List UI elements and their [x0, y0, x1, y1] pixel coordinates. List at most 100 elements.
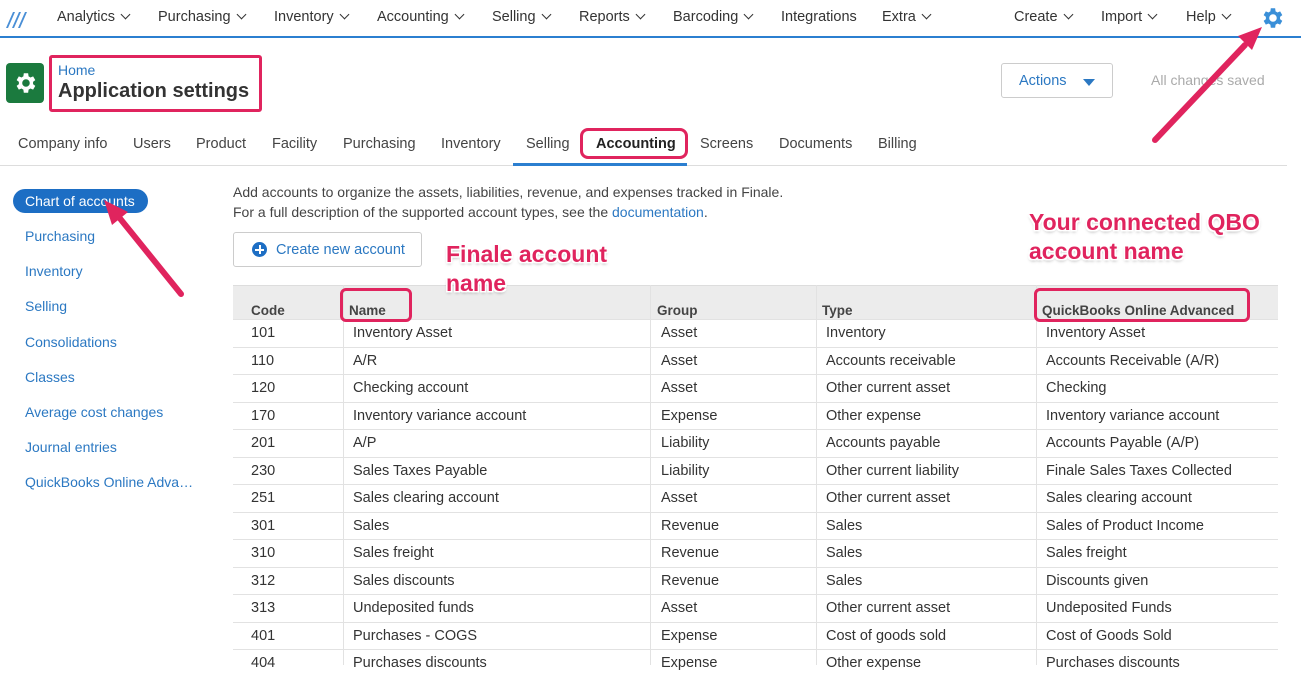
annotation-line: account name [1029, 238, 1184, 264]
tab-selling[interactable]: Selling [526, 136, 570, 152]
settings-app-icon [6, 63, 44, 103]
cell-group: Asset [661, 600, 698, 616]
table-row[interactable]: 201 A/P Liability Accounts payable Accounts … [233, 429, 1278, 457]
cell-qbo-account: Accounts Receivable (A/R) [1046, 352, 1220, 369]
create-new-account-button[interactable]: Create new account [233, 232, 422, 267]
annotation-finale-account-name: Finale account name [446, 240, 607, 298]
sidebar-item-journal-entries[interactable]: Journal entries [25, 439, 117, 455]
tab-inventory[interactable]: Inventory [441, 136, 501, 152]
nav-integrations[interactable]: Integrations [781, 9, 857, 25]
cell-code: 401 [251, 627, 276, 644]
table-row[interactable]: 301 Sales Revenue Sales Sales of Product Inc… [233, 511, 1278, 540]
cell-name: Sales freight [353, 545, 434, 561]
nav-reports[interactable]: Reports [579, 9, 646, 25]
sidebar-item-quickbooks-online[interactable]: QuickBooks Online Adva… [25, 474, 193, 490]
cell-code: 404 [251, 655, 276, 671]
save-status: All changes saved [1151, 72, 1265, 88]
column-header-code[interactable]: Code [251, 303, 285, 318]
nav-extra[interactable]: Extra [882, 9, 932, 25]
table-row[interactable]: 120 Checking account Asset Other current as… [233, 374, 1278, 402]
table-row[interactable]: 110 A/R Asset Accounts receivable Accounts R… [233, 346, 1278, 375]
cell-group: Liability [661, 435, 710, 451]
cell-name: Purchases discounts [353, 655, 487, 671]
tab-company-info[interactable]: Company info [18, 136, 107, 152]
cell-type: Accounts receivable [826, 352, 956, 369]
tab-product[interactable]: Product [196, 136, 246, 152]
tab-screens[interactable]: Screens [700, 136, 753, 152]
table-row[interactable]: 230 Sales Taxes Payable Liability Other cur… [233, 456, 1278, 485]
cell-code: 301 [251, 517, 276, 534]
table-row[interactable]: 310 Sales freight Revenue Sales Sales freigh… [233, 539, 1278, 567]
chevron-down-icon [743, 9, 754, 20]
nav-create[interactable]: Create [1014, 9, 1073, 25]
cell-code: 170 [251, 407, 276, 424]
cell-qbo-account: Sales freight [1046, 545, 1127, 561]
cell-group: Expense [661, 627, 718, 644]
cell-qbo-account: Discounts given [1046, 572, 1149, 589]
column-header-group[interactable]: Group [657, 303, 698, 318]
chevron-down-icon [635, 9, 646, 20]
chevron-down-icon [1063, 9, 1073, 20]
cell-group: Revenue [661, 517, 720, 534]
table-row[interactable]: 401 Purchases - COGS Expense Cost of goods … [233, 621, 1278, 650]
table-row[interactable]: 170 Inventory variance account Expense Othe… [233, 401, 1278, 430]
active-tab-indicator [513, 163, 687, 166]
cell-name: Purchases - COGS [353, 627, 478, 644]
documentation-link[interactable]: documentation [612, 204, 704, 220]
nav-import[interactable]: Import [1101, 9, 1158, 25]
tab-facility[interactable]: Facility [272, 136, 317, 152]
gear-icon[interactable] [1259, 5, 1285, 31]
cell-code: 110 [251, 352, 275, 369]
cell-qbo-account: Inventory Asset [1046, 325, 1146, 341]
cell-qbo-account: Accounts Payable (A/P) [1046, 435, 1200, 451]
cell-qbo-account: Inventory variance account [1046, 407, 1220, 424]
cell-group: Asset [661, 490, 698, 506]
cell-qbo-account: Checking [1046, 380, 1107, 396]
tab-documents[interactable]: Documents [779, 136, 852, 152]
sidebar-item-classes[interactable]: Classes [25, 369, 75, 385]
chevron-down-icon [541, 9, 551, 20]
annotation-line: Finale account [446, 241, 608, 267]
cell-qbo-account: Cost of Goods Sold [1046, 627, 1172, 644]
nav-analytics[interactable]: Analytics [57, 9, 131, 25]
cell-code: 251 [251, 490, 276, 506]
cell-code: 101 [251, 325, 276, 341]
table-row[interactable]: 101 Inventory Asset Asset Inventory Inventor… [233, 319, 1278, 347]
cell-type: Cost of goods sold [826, 627, 947, 644]
highlight-box-title [49, 55, 262, 112]
cell-group: Expense [661, 655, 718, 671]
table-row[interactable]: 313 Undeposited funds Asset Other current a… [233, 594, 1278, 622]
tab-billing[interactable]: Billing [878, 136, 917, 152]
chevron-down-icon [1147, 9, 1158, 20]
cell-group: Revenue [661, 545, 720, 561]
table-row[interactable]: 312 Sales discounts Revenue Sales Discounts … [233, 566, 1278, 595]
actions-button[interactable]: Actions [1001, 63, 1113, 98]
nav-purchasing[interactable]: Purchasing [158, 9, 246, 25]
sidebar-item-average-cost-changes[interactable]: Average cost changes [25, 404, 163, 420]
actions-label: Actions [1019, 73, 1067, 89]
finale-logo-icon[interactable] [4, 8, 30, 30]
sidebar-item-inventory[interactable]: Inventory [25, 263, 83, 279]
sidebar-item-consolidations[interactable]: Consolidations [25, 334, 117, 350]
cell-type: Other current asset [826, 380, 951, 396]
chevron-down-icon [454, 9, 465, 20]
table-row[interactable]: 251 Sales clearing account Asset Other curr… [233, 484, 1278, 512]
cell-name: A/R [353, 352, 378, 369]
gear-icon [16, 73, 36, 93]
column-header-type[interactable]: Type [822, 303, 853, 318]
cell-code: 201 [251, 435, 276, 451]
nav-help[interactable]: Help [1186, 9, 1232, 25]
tab-users[interactable]: Users [133, 136, 171, 152]
nav-selling[interactable]: Selling [492, 9, 551, 25]
tab-purchasing[interactable]: Purchasing [343, 136, 416, 152]
description-text: For a full description of the supported … [233, 204, 612, 220]
nav-accounting[interactable]: Accounting [377, 9, 465, 25]
sidebar-item-selling[interactable]: Selling [25, 298, 67, 314]
sidebar-item-purchasing[interactable]: Purchasing [25, 228, 95, 244]
sidebar-item-chart-of-accounts[interactable]: Chart of accounts [13, 189, 148, 213]
nav-inventory[interactable]: Inventory [274, 9, 350, 25]
cell-name: Inventory variance account [353, 407, 527, 424]
nav-barcoding[interactable]: Barcoding [673, 9, 754, 25]
cell-name: Sales Taxes Payable [353, 462, 488, 479]
cell-name: Sales clearing account [353, 490, 499, 506]
